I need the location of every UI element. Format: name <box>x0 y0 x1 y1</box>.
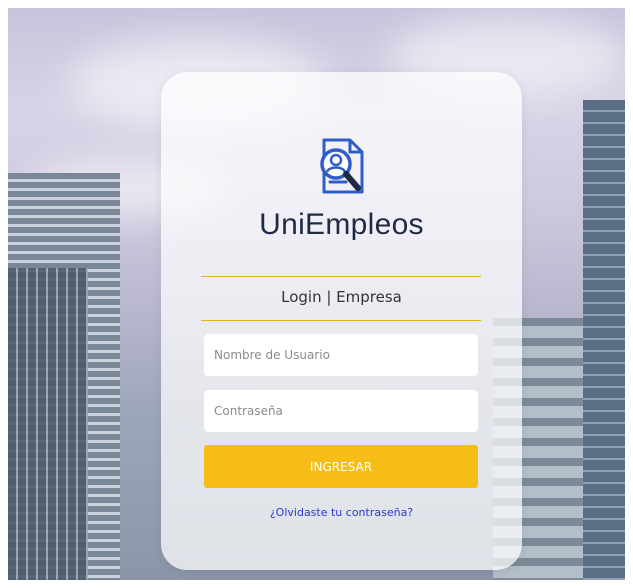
username-input[interactable] <box>204 334 478 376</box>
login-button[interactable]: INGRESAR <box>204 445 478 488</box>
brand-name: UniEmpleos <box>259 208 424 241</box>
forgot-password-link[interactable]: ¿Olvidaste tu contraseña? <box>161 506 522 519</box>
divider-top <box>201 276 481 277</box>
password-input[interactable] <box>204 390 478 432</box>
building-left-dark <box>8 268 88 580</box>
building-right <box>583 100 625 580</box>
login-card: UniEmpleos Login | Empresa INGRESAR ¿Olv… <box>161 72 522 570</box>
logo <box>161 134 522 208</box>
divider-bottom <box>201 320 481 321</box>
search-user-document-icon <box>319 138 363 194</box>
login-subtitle: Login | Empresa <box>281 288 402 306</box>
